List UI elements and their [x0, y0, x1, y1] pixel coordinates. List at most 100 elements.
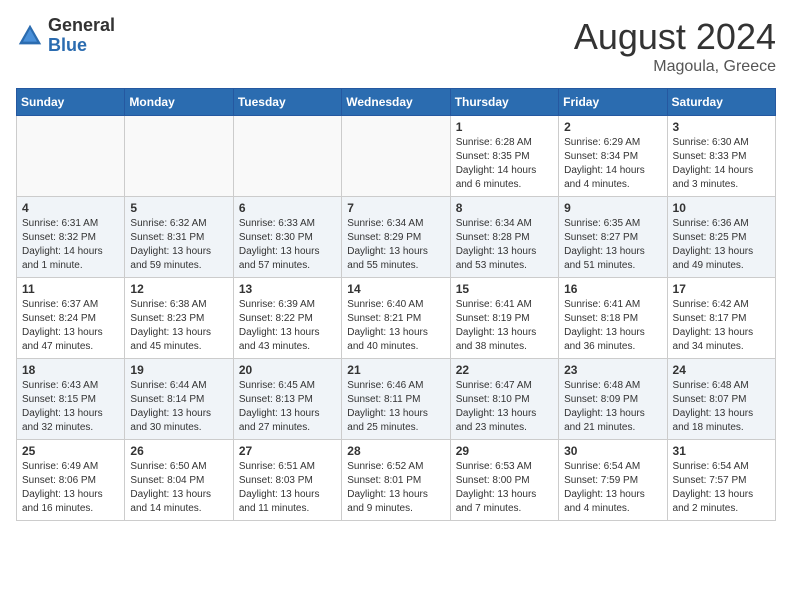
weekday-header-tuesday: Tuesday [233, 89, 341, 116]
day-number: 29 [456, 444, 553, 458]
day-number: 3 [673, 120, 770, 134]
daylight-label: Daylight: 13 hours and 2 minutes. [673, 489, 754, 514]
sunrise-label: Sunrise: 6:53 AM [456, 461, 532, 472]
sunrise-label: Sunrise: 6:40 AM [347, 299, 423, 310]
sunset-label: Sunset: 8:32 PM [22, 232, 96, 243]
calendar-day-cell [233, 116, 341, 197]
day-info: Sunrise: 6:49 AM Sunset: 8:06 PM Dayligh… [22, 460, 119, 516]
location: Magoula, Greece [574, 58, 776, 76]
daylight-label: Daylight: 13 hours and 25 minutes. [347, 408, 428, 433]
sunset-label: Sunset: 8:15 PM [22, 394, 96, 405]
day-number: 15 [456, 282, 553, 296]
day-info: Sunrise: 6:51 AM Sunset: 8:03 PM Dayligh… [239, 460, 336, 516]
daylight-label: Daylight: 13 hours and 47 minutes. [22, 327, 103, 352]
day-info: Sunrise: 6:30 AM Sunset: 8:33 PM Dayligh… [673, 136, 770, 192]
calendar-day-cell: 20 Sunrise: 6:45 AM Sunset: 8:13 PM Dayl… [233, 359, 341, 440]
day-number: 13 [239, 282, 336, 296]
calendar-day-cell: 23 Sunrise: 6:48 AM Sunset: 8:09 PM Dayl… [559, 359, 667, 440]
sunrise-label: Sunrise: 6:42 AM [673, 299, 749, 310]
daylight-label: Daylight: 13 hours and 11 minutes. [239, 489, 320, 514]
calendar-day-cell: 3 Sunrise: 6:30 AM Sunset: 8:33 PM Dayli… [667, 116, 775, 197]
sunset-label: Sunset: 8:06 PM [22, 475, 96, 486]
daylight-label: Daylight: 13 hours and 16 minutes. [22, 489, 103, 514]
day-info: Sunrise: 6:46 AM Sunset: 8:11 PM Dayligh… [347, 379, 444, 435]
sunset-label: Sunset: 8:00 PM [456, 475, 530, 486]
calendar-day-cell: 22 Sunrise: 6:47 AM Sunset: 8:10 PM Dayl… [450, 359, 558, 440]
calendar-day-cell: 17 Sunrise: 6:42 AM Sunset: 8:17 PM Dayl… [667, 278, 775, 359]
calendar-day-cell: 16 Sunrise: 6:41 AM Sunset: 8:18 PM Dayl… [559, 278, 667, 359]
sunrise-label: Sunrise: 6:39 AM [239, 299, 315, 310]
calendar-day-cell [342, 116, 450, 197]
sunset-label: Sunset: 8:23 PM [130, 313, 204, 324]
daylight-label: Daylight: 13 hours and 43 minutes. [239, 327, 320, 352]
sunset-label: Sunset: 8:28 PM [456, 232, 530, 243]
day-info: Sunrise: 6:34 AM Sunset: 8:28 PM Dayligh… [456, 217, 553, 273]
sunset-label: Sunset: 8:19 PM [456, 313, 530, 324]
daylight-label: Daylight: 13 hours and 36 minutes. [564, 327, 645, 352]
day-number: 25 [22, 444, 119, 458]
daylight-label: Daylight: 13 hours and 57 minutes. [239, 246, 320, 271]
sunrise-label: Sunrise: 6:47 AM [456, 380, 532, 391]
day-info: Sunrise: 6:38 AM Sunset: 8:23 PM Dayligh… [130, 298, 227, 354]
calendar-day-cell: 1 Sunrise: 6:28 AM Sunset: 8:35 PM Dayli… [450, 116, 558, 197]
sunset-label: Sunset: 8:30 PM [239, 232, 313, 243]
day-info: Sunrise: 6:48 AM Sunset: 8:09 PM Dayligh… [564, 379, 661, 435]
sunrise-label: Sunrise: 6:28 AM [456, 137, 532, 148]
sunset-label: Sunset: 7:59 PM [564, 475, 638, 486]
daylight-label: Daylight: 13 hours and 21 minutes. [564, 408, 645, 433]
sunset-label: Sunset: 8:07 PM [673, 394, 747, 405]
daylight-label: Daylight: 13 hours and 14 minutes. [130, 489, 211, 514]
sunrise-label: Sunrise: 6:41 AM [456, 299, 532, 310]
day-number: 16 [564, 282, 661, 296]
day-info: Sunrise: 6:32 AM Sunset: 8:31 PM Dayligh… [130, 217, 227, 273]
calendar-day-cell: 13 Sunrise: 6:39 AM Sunset: 8:22 PM Dayl… [233, 278, 341, 359]
calendar-week-row: 4 Sunrise: 6:31 AM Sunset: 8:32 PM Dayli… [17, 197, 776, 278]
calendar-day-cell: 19 Sunrise: 6:44 AM Sunset: 8:14 PM Dayl… [125, 359, 233, 440]
calendar-day-cell: 28 Sunrise: 6:52 AM Sunset: 8:01 PM Dayl… [342, 440, 450, 521]
calendar-day-cell: 26 Sunrise: 6:50 AM Sunset: 8:04 PM Dayl… [125, 440, 233, 521]
daylight-label: Daylight: 13 hours and 40 minutes. [347, 327, 428, 352]
calendar-day-cell: 25 Sunrise: 6:49 AM Sunset: 8:06 PM Dayl… [17, 440, 125, 521]
sunrise-label: Sunrise: 6:38 AM [130, 299, 206, 310]
day-info: Sunrise: 6:33 AM Sunset: 8:30 PM Dayligh… [239, 217, 336, 273]
daylight-label: Daylight: 13 hours and 30 minutes. [130, 408, 211, 433]
sunset-label: Sunset: 8:35 PM [456, 151, 530, 162]
calendar-day-cell: 14 Sunrise: 6:40 AM Sunset: 8:21 PM Dayl… [342, 278, 450, 359]
day-info: Sunrise: 6:34 AM Sunset: 8:29 PM Dayligh… [347, 217, 444, 273]
logo: General Blue [16, 16, 115, 56]
day-number: 24 [673, 363, 770, 377]
daylight-label: Daylight: 13 hours and 7 minutes. [456, 489, 537, 514]
day-number: 9 [564, 201, 661, 215]
sunset-label: Sunset: 8:18 PM [564, 313, 638, 324]
day-number: 20 [239, 363, 336, 377]
sunrise-label: Sunrise: 6:33 AM [239, 218, 315, 229]
logo-icon [16, 22, 44, 50]
daylight-label: Daylight: 13 hours and 49 minutes. [673, 246, 754, 271]
weekday-header-monday: Monday [125, 89, 233, 116]
daylight-label: Daylight: 13 hours and 23 minutes. [456, 408, 537, 433]
sunrise-label: Sunrise: 6:54 AM [564, 461, 640, 472]
day-number: 22 [456, 363, 553, 377]
day-number: 1 [456, 120, 553, 134]
calendar-day-cell: 24 Sunrise: 6:48 AM Sunset: 8:07 PM Dayl… [667, 359, 775, 440]
sunrise-label: Sunrise: 6:30 AM [673, 137, 749, 148]
calendar-day-cell: 6 Sunrise: 6:33 AM Sunset: 8:30 PM Dayli… [233, 197, 341, 278]
day-info: Sunrise: 6:41 AM Sunset: 8:19 PM Dayligh… [456, 298, 553, 354]
day-info: Sunrise: 6:52 AM Sunset: 8:01 PM Dayligh… [347, 460, 444, 516]
day-number: 11 [22, 282, 119, 296]
daylight-label: Daylight: 13 hours and 38 minutes. [456, 327, 537, 352]
day-number: 7 [347, 201, 444, 215]
sunrise-label: Sunrise: 6:50 AM [130, 461, 206, 472]
day-info: Sunrise: 6:48 AM Sunset: 8:07 PM Dayligh… [673, 379, 770, 435]
calendar-week-row: 18 Sunrise: 6:43 AM Sunset: 8:15 PM Dayl… [17, 359, 776, 440]
daylight-label: Daylight: 13 hours and 51 minutes. [564, 246, 645, 271]
weekday-header-row: SundayMondayTuesdayWednesdayThursdayFrid… [17, 89, 776, 116]
sunset-label: Sunset: 8:25 PM [673, 232, 747, 243]
day-info: Sunrise: 6:35 AM Sunset: 8:27 PM Dayligh… [564, 217, 661, 273]
sunset-label: Sunset: 7:57 PM [673, 475, 747, 486]
calendar-day-cell: 10 Sunrise: 6:36 AM Sunset: 8:25 PM Dayl… [667, 197, 775, 278]
sunset-label: Sunset: 8:03 PM [239, 475, 313, 486]
weekday-header-saturday: Saturday [667, 89, 775, 116]
sunset-label: Sunset: 8:33 PM [673, 151, 747, 162]
sunrise-label: Sunrise: 6:31 AM [22, 218, 98, 229]
